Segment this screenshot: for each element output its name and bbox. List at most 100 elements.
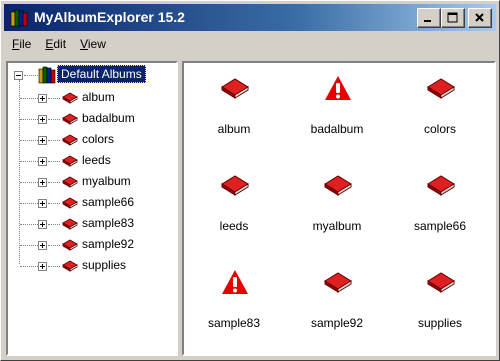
album-book-icon: [62, 218, 78, 230]
tree-connector: [20, 98, 38, 99]
album-icon-label: sample92: [310, 316, 364, 330]
tree-connector: [20, 224, 38, 225]
album-icon-label: colors: [423, 122, 456, 136]
album-icon-label: supplies: [417, 316, 463, 330]
tree-connector: [20, 182, 38, 183]
expand-toggle[interactable]: [38, 157, 47, 166]
book-icon: [221, 78, 249, 99]
tree-connector: [20, 140, 38, 141]
tree-connector: [48, 119, 60, 120]
album-icon-sample83[interactable]: sample83: [189, 269, 279, 349]
book-icon: [427, 272, 455, 293]
close-button[interactable]: [468, 8, 492, 28]
album-book-icon: [62, 155, 78, 167]
tree-connector: [48, 161, 60, 162]
tree-connector: [48, 140, 60, 141]
expand-toggle[interactable]: [38, 115, 47, 124]
close-icon: [475, 13, 484, 22]
tree-item-myalbum[interactable]: myalbum: [8, 172, 176, 193]
tree-item-label: colors: [82, 132, 115, 146]
album-book-icon: [62, 239, 78, 251]
album-icon-sample66[interactable]: sample66: [395, 172, 485, 252]
tree-item-label: myalbum: [82, 174, 131, 188]
menu-bar: File Edit View: [5, 35, 113, 55]
tree-connector: [48, 266, 60, 267]
menu-label-rest: ile: [19, 37, 32, 51]
warning-icon: [222, 270, 248, 294]
album-icon-sample92[interactable]: sample92: [292, 269, 382, 349]
album-icon-label: sample83: [207, 316, 261, 330]
album-icon-label: myalbum: [312, 219, 362, 233]
warning-icon: [325, 76, 351, 100]
tree-item-colors[interactable]: colors: [8, 130, 176, 151]
tree-item-label: supplies: [82, 258, 127, 272]
collapse-toggle[interactable]: [14, 71, 23, 80]
album-icon-colors[interactable]: colors: [395, 75, 485, 155]
album-book-icon: [62, 134, 78, 146]
title-bar[interactable]: MyAlbumExplorer 15.2: [4, 4, 496, 31]
expand-toggle[interactable]: [38, 178, 47, 187]
album-icon-leeds[interactable]: leeds: [189, 172, 279, 252]
menu-label-rest: iew: [87, 37, 106, 51]
tree-item-badalbum[interactable]: badalbum: [8, 109, 176, 130]
album-list-view[interactable]: album badalbum colors leeds myalbum sample66 s…: [182, 61, 496, 356]
expand-toggle[interactable]: [38, 94, 47, 103]
tree-connector: [48, 182, 60, 183]
album-icon-badalbum[interactable]: badalbum: [292, 75, 382, 155]
tree-connector: [48, 98, 60, 99]
tree-item-sample83[interactable]: sample83: [8, 214, 176, 235]
tree-connector: [24, 75, 38, 76]
app-window: MyAlbumExplorer 15.2 File Edit View Defaul…: [0, 0, 500, 361]
albums-root-icon: [38, 66, 56, 84]
album-icon-myalbum[interactable]: myalbum: [292, 172, 382, 252]
tree-item-leeds[interactable]: leeds: [8, 151, 176, 172]
album-book-icon: [62, 197, 78, 209]
menu-view[interactable]: View: [73, 35, 113, 55]
tree-connector: [48, 245, 60, 246]
tree-connector: [20, 245, 38, 246]
tree-item-label: sample83: [82, 216, 135, 230]
album-icon-supplies[interactable]: supplies: [395, 269, 485, 349]
album-icon-label: album: [217, 122, 251, 136]
album-icon-label: sample66: [413, 219, 467, 233]
menu-file[interactable]: File: [5, 35, 38, 55]
tree-connector: [20, 119, 38, 120]
tree-item-sample66[interactable]: sample66: [8, 193, 176, 214]
menu-label-rest: dit: [53, 37, 67, 51]
tree-connector: [48, 203, 60, 204]
menu-accelerator: V: [80, 37, 88, 51]
book-icon: [324, 272, 352, 293]
menu-edit[interactable]: Edit: [38, 35, 73, 55]
tree-item-label: badalbum: [82, 111, 135, 125]
album-icon-label: leeds: [219, 219, 249, 233]
tree-item-album[interactable]: album: [8, 88, 176, 109]
tree-item-label: album: [82, 90, 115, 104]
tree-item-label: leeds: [82, 153, 111, 167]
tree-root-default-albums[interactable]: Default Albums: [57, 65, 146, 83]
tree-item-sample92[interactable]: sample92: [8, 235, 176, 256]
album-book-icon: [62, 176, 78, 188]
app-books-icon: [10, 9, 28, 27]
book-icon: [324, 175, 352, 196]
minimize-icon: [424, 20, 431, 22]
album-book-icon: [62, 260, 78, 272]
album-icon-label: badalbum: [310, 122, 364, 136]
expand-toggle[interactable]: [38, 262, 47, 271]
album-book-icon: [62, 92, 78, 104]
maximize-icon: [447, 12, 458, 23]
expand-toggle[interactable]: [38, 136, 47, 145]
expand-toggle[interactable]: [38, 199, 47, 208]
album-icon-album[interactable]: album: [189, 75, 279, 155]
tree-connector: [20, 203, 38, 204]
window-title: MyAlbumExplorer 15.2: [34, 9, 185, 25]
minimize-button[interactable]: [417, 8, 441, 28]
expand-toggle[interactable]: [38, 241, 47, 250]
tree-item-label: sample92: [82, 237, 135, 251]
album-tree[interactable]: Default Albums album badalbum colors leeds m…: [6, 61, 178, 356]
expand-toggle[interactable]: [38, 220, 47, 229]
tree-connector: [48, 224, 60, 225]
book-icon: [427, 175, 455, 196]
tree-item-supplies[interactable]: supplies: [8, 256, 176, 277]
album-book-icon: [62, 113, 78, 125]
maximize-button[interactable]: [441, 8, 465, 28]
